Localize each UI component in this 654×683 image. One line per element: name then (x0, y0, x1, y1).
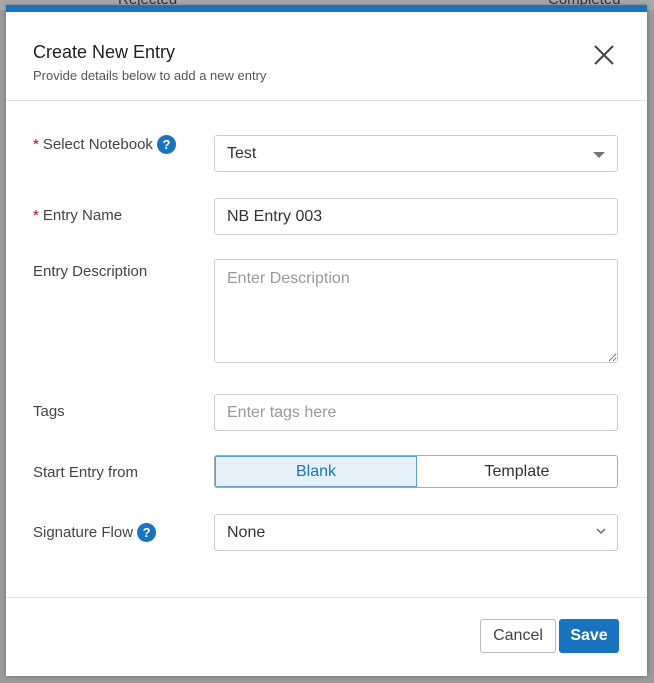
notebook-value: Test (227, 144, 257, 162)
close-icon[interactable] (591, 42, 617, 68)
cancel-button[interactable]: Cancel (480, 619, 556, 653)
tags-row: Tags (33, 394, 618, 431)
tags-input[interactable] (214, 394, 618, 431)
tags-label: Tags (33, 403, 65, 420)
signature-flow-row: Signature Flow? None (33, 514, 618, 551)
save-button[interactable]: Save (559, 619, 619, 653)
caret-down-icon (593, 152, 605, 158)
signature-flow-label: Signature Flow (33, 524, 134, 541)
entry-name-row: * Entry Name (33, 198, 618, 235)
chevron-down-icon (596, 528, 606, 534)
dialog-subtitle: Provide details below to add a new entry (33, 68, 267, 83)
required-mark: * (33, 136, 39, 153)
entry-name-input[interactable] (214, 198, 618, 235)
start-from-toggle: Blank Template (214, 455, 618, 488)
help-icon[interactable]: ? (156, 135, 176, 154)
start-from-row: Start Entry from Blank Template (33, 455, 618, 488)
description-row: Entry Description (33, 259, 618, 363)
create-entry-dialog: Create New Entry Provide details below t… (6, 5, 647, 676)
signature-flow-select[interactable]: None (214, 514, 618, 551)
signature-flow-value: None (227, 523, 266, 541)
required-mark: * (33, 207, 39, 224)
notebook-label: Select Notebook (42, 136, 153, 153)
dialog-footer-divider (6, 597, 647, 598)
dialog-header: Create New Entry Provide details below t… (6, 12, 647, 101)
notebook-row: * Select Notebook? Test (33, 135, 618, 172)
help-icon[interactable]: ? (137, 523, 157, 542)
description-textarea[interactable] (214, 259, 618, 363)
blank-option[interactable]: Blank (215, 456, 417, 487)
dialog-title: Create New Entry (33, 42, 176, 62)
template-option[interactable]: Template (417, 456, 617, 487)
entry-name-label: Entry Name (42, 207, 123, 224)
notebook-select[interactable]: Test (214, 135, 618, 172)
start-from-label: Start Entry from (33, 464, 139, 481)
description-label: Entry Description (33, 263, 148, 280)
